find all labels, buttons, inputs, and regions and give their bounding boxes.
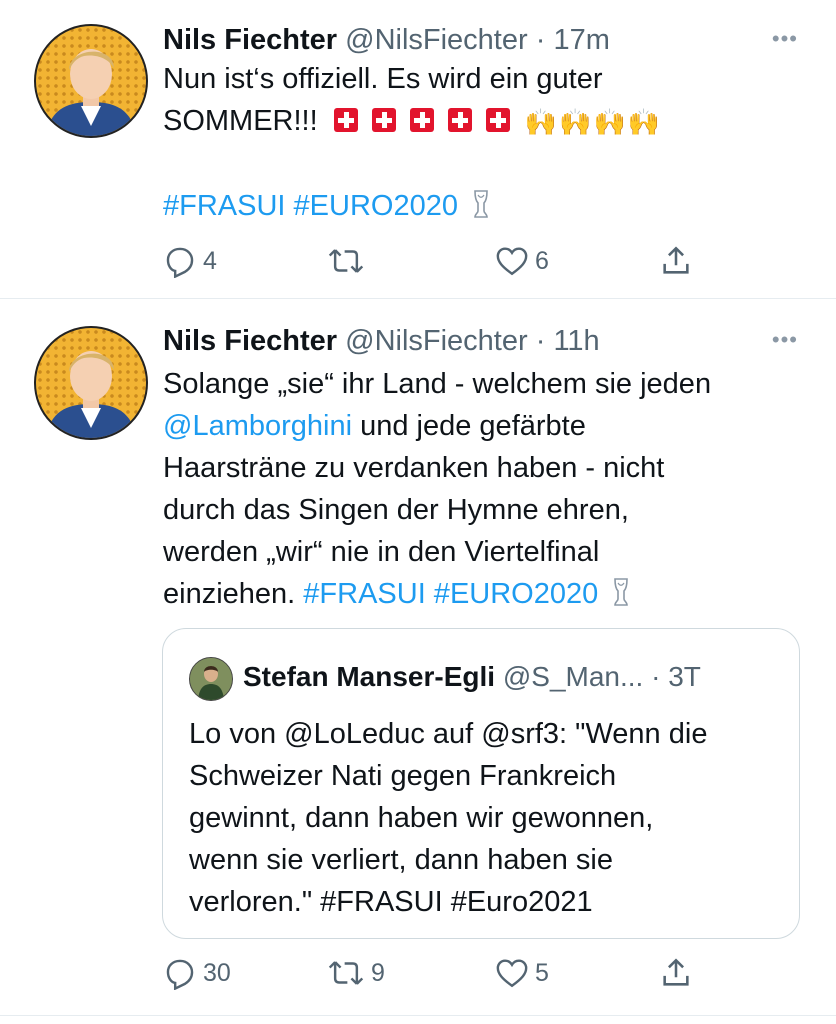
reply-count: 4 — [203, 246, 217, 275]
tweet-line-text: SOMMER!!! — [163, 105, 318, 137]
display-name[interactable]: Nils Fiechter — [163, 24, 337, 56]
tweet-line: einziehen. #FRASUI #EURO2020 — [163, 573, 711, 615]
quoted-timestamp: 3T — [668, 661, 701, 692]
swiss-flag-icon — [447, 108, 472, 132]
like-button[interactable]: 6 — [495, 244, 549, 278]
quoted-header: Stefan Manser-Egli @S_Man... · 3T — [243, 659, 701, 695]
tweet-line-text: einziehen. — [163, 578, 304, 610]
quoted-avatar[interactable] — [189, 657, 233, 701]
share-button[interactable] — [659, 244, 693, 278]
tweet-line: Haarsträne zu verdanken haben - nicht — [163, 452, 665, 484]
tweet-line: SOMMER!!! 🙌🙌🙌🙌 — [163, 100, 662, 143]
avatar[interactable] — [34, 24, 148, 138]
swiss-flag-icon — [333, 108, 358, 132]
trophy-icon — [614, 578, 629, 606]
quoted-line: Lo von @LoLeduc auf @srf3: "Wenn die — [189, 718, 708, 750]
quoted-tweet-text: Lo von @LoLeduc auf @srf3: "Wenn die Sch… — [189, 713, 707, 923]
share-icon — [663, 958, 689, 986]
user-handle[interactable]: @NilsFiechter — [345, 24, 528, 56]
quoted-line: verloren." #FRASUI #Euro2021 — [189, 886, 593, 918]
tweet-actions: 30 9 5 — [163, 956, 723, 996]
share-icon — [663, 246, 689, 274]
like-count: 5 — [535, 958, 549, 987]
share-button[interactable] — [659, 956, 693, 990]
swiss-flag-icon — [371, 108, 396, 132]
hashtag-link[interactable]: #FRASUI #EURO2020 — [303, 578, 598, 610]
retweet-icon — [328, 249, 364, 273]
tweet-text: Solange „sie“ ihr Land - welchem sie jed… — [163, 363, 711, 615]
swiss-flag-icon — [485, 108, 510, 132]
user-handle[interactable]: @NilsFiechter — [345, 325, 528, 357]
quoted-line: gewinnt, dann haben wir gewonnen, — [189, 802, 654, 834]
retweet-button[interactable]: 9 — [327, 956, 385, 990]
heart-icon — [496, 959, 528, 988]
tweet-line: Nun ist‘s offiziell. Es wird ein guter — [163, 63, 603, 95]
reply-button[interactable]: 30 — [163, 956, 231, 990]
mention-link[interactable]: @Lamborghini — [163, 410, 352, 442]
tweet-line: durch das Singen der Hymne ehren, — [163, 494, 629, 526]
avatar[interactable] — [34, 326, 148, 440]
timestamp[interactable]: 11h — [553, 325, 599, 357]
retweet-button[interactable] — [327, 244, 371, 278]
reply-icon — [166, 247, 194, 278]
heart-icon — [496, 247, 528, 276]
timestamp[interactable]: 17m — [553, 24, 609, 56]
tweet-header: Nils Fiechter @NilsFiechter · 11h — [163, 323, 600, 359]
separator-dot: · — [651, 661, 661, 692]
hashtag-link[interactable]: #FRASUI #EURO2020 — [163, 190, 458, 222]
quoted-user-handle[interactable]: @S_Man... — [503, 661, 643, 692]
quoted-line: wenn sie verliert, dann haben sie — [189, 844, 613, 876]
tweet-line: #FRASUI #EURO2020 — [163, 185, 662, 227]
display-name[interactable]: Nils Fiechter — [163, 325, 337, 357]
more-options-icon[interactable]: ••• — [772, 327, 798, 353]
tweet-divider — [0, 1015, 836, 1016]
tweet-text: Nun ist‘s offiziell. Es wird ein guter S… — [163, 58, 662, 227]
retweet-count: 9 — [371, 958, 385, 987]
separator-dot: · — [535, 24, 546, 56]
tweet-line: werden „wir“ nie in den Viertelfinal — [163, 536, 600, 568]
quoted-line: Schweizer Nati gegen Frankreich — [189, 760, 617, 792]
quoted-display-name[interactable]: Stefan Manser-Egli — [243, 661, 495, 692]
trophy-icon — [474, 190, 488, 218]
reply-count: 30 — [203, 958, 231, 987]
tweet-actions: 4 6 — [163, 244, 723, 284]
tweet-line-text: und jede gefärbte — [352, 410, 586, 442]
raising-hands-icon: 🙌🙌🙌🙌 — [524, 107, 663, 137]
retweet-icon — [328, 961, 364, 985]
tweet-header: Nils Fiechter @NilsFiechter · 17m — [163, 22, 610, 58]
tweet[interactable]: Nils Fiechter @NilsFiechter · 17m ••• Nu… — [0, 0, 836, 298]
swiss-flag-icon — [409, 108, 434, 132]
quoted-tweet[interactable]: Stefan Manser-Egli @S_Man... · 3T Lo von… — [162, 628, 800, 939]
reply-icon — [166, 959, 194, 990]
tweet-line: Solange „sie“ ihr Land - welchem sie jed… — [163, 368, 712, 400]
tweet-line: @Lamborghini und jede gefärbte — [163, 405, 711, 447]
like-button[interactable]: 5 — [495, 956, 549, 990]
like-count: 6 — [535, 246, 549, 275]
more-options-icon[interactable]: ••• — [772, 26, 798, 52]
separator-dot: · — [535, 325, 546, 357]
reply-button[interactable]: 4 — [163, 244, 217, 278]
